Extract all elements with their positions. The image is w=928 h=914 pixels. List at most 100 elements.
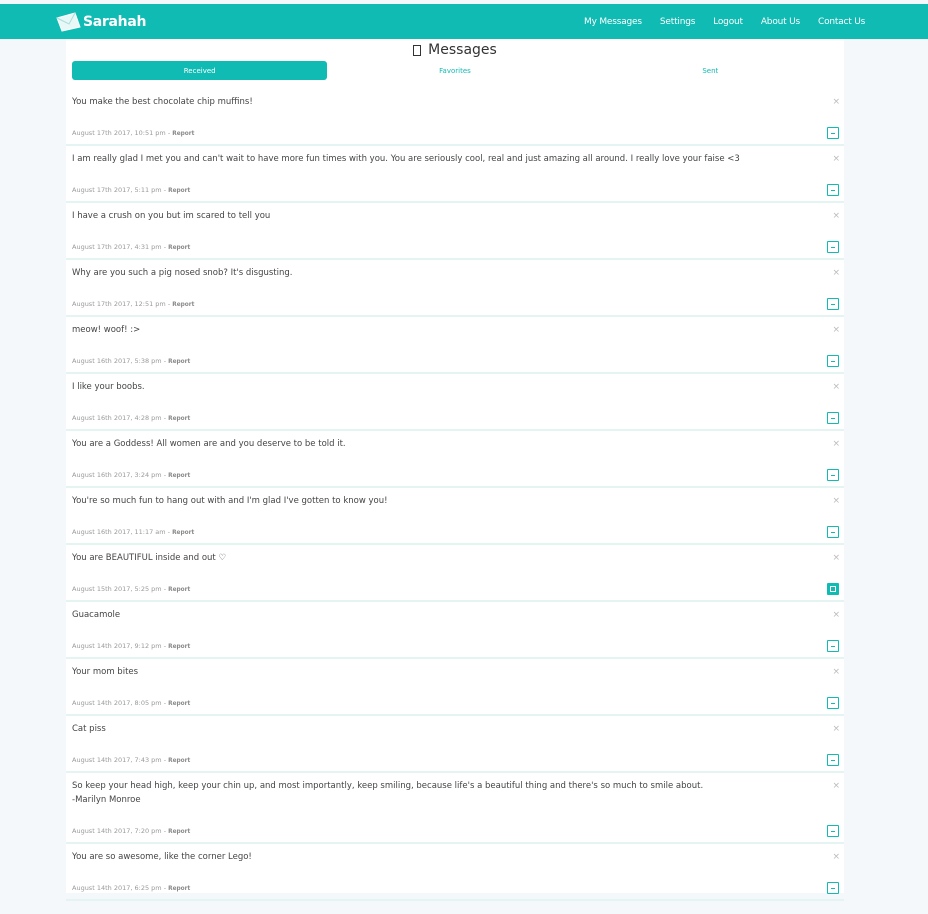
message-date: August 14th 2017, 8:05 pm xyxy=(72,699,162,707)
message-meta: August 14th 2017, 8:05 pm - Report xyxy=(72,699,190,707)
message-item: So keep your head high, keep your chin u… xyxy=(66,773,844,844)
delete-icon[interactable]: × xyxy=(832,553,840,563)
favorite-toggle[interactable] xyxy=(827,882,839,894)
favorite-toggle[interactable] xyxy=(827,640,839,652)
message-text: You are BEAUTIFUL inside and out ♡ xyxy=(72,553,227,563)
nav-settings[interactable]: Settings xyxy=(660,17,696,27)
delete-icon[interactable]: × xyxy=(832,667,840,677)
message-meta: August 14th 2017, 6:25 pm - Report xyxy=(72,884,190,892)
report-link[interactable]: Report xyxy=(168,359,190,365)
message-date: August 17th 2017, 10:51 pm xyxy=(72,129,166,137)
favorite-toggle[interactable] xyxy=(827,754,839,766)
report-link[interactable]: Report xyxy=(168,886,190,892)
delete-icon[interactable]: × xyxy=(832,325,840,335)
message-item: You're so much fun to hang out with and … xyxy=(66,488,844,545)
message-meta: August 16th 2017, 11:17 am - Report xyxy=(72,528,194,536)
favorite-toggle[interactable] xyxy=(827,825,839,837)
message-date: August 16th 2017, 11:17 am xyxy=(72,528,166,536)
message-item: meow! woof! :> August 16th 2017, 5:38 pm … xyxy=(66,317,844,374)
message-item: I am really glad I met you and can't wai… xyxy=(66,146,844,203)
message-text: I am really glad I met you and can't wai… xyxy=(72,154,740,164)
message-item: You are BEAUTIFUL inside and out ♡ August… xyxy=(66,545,844,602)
delete-icon[interactable]: × xyxy=(832,852,840,862)
message-date: August 14th 2017, 7:43 pm xyxy=(72,756,162,764)
message-meta: August 16th 2017, 5:38 pm - Report xyxy=(72,357,190,365)
delete-icon[interactable]: × xyxy=(832,439,840,449)
message-text: You are a Goddess! All women are and you… xyxy=(72,439,346,449)
message-meta: August 17th 2017, 10:51 pm - Report xyxy=(72,129,194,137)
report-link[interactable]: Report xyxy=(168,245,190,251)
report-link[interactable]: Report xyxy=(168,188,190,194)
message-date: August 17th 2017, 5:11 pm xyxy=(72,186,162,194)
message-meta: August 14th 2017, 9:12 pm - Report xyxy=(72,642,190,650)
favorite-toggle[interactable] xyxy=(827,697,839,709)
message-meta: August 14th 2017, 7:43 pm - Report xyxy=(72,756,190,764)
message-meta: August 17th 2017, 4:31 pm - Report xyxy=(72,243,190,251)
report-link[interactable]: Report xyxy=(168,758,190,764)
report-link[interactable]: Report xyxy=(172,530,194,536)
delete-icon[interactable]: × xyxy=(832,610,840,620)
nav-logout[interactable]: Logout xyxy=(713,17,743,27)
page-title-text: Messages xyxy=(428,42,497,58)
delete-icon[interactable]: × xyxy=(832,268,840,278)
report-link[interactable]: Report xyxy=(168,644,190,650)
message-item: Why are you such a pig nosed snob? It's … xyxy=(66,260,844,317)
message-text: You are so awesome, like the corner Lego… xyxy=(72,852,252,862)
tab-received[interactable]: Received xyxy=(72,61,328,80)
favorite-toggle[interactable] xyxy=(827,412,839,424)
tab-favorites[interactable]: Favorites xyxy=(327,61,582,80)
report-link[interactable]: Report xyxy=(172,131,194,137)
message-text: You're so much fun to hang out with and … xyxy=(72,496,388,506)
favorite-toggle[interactable] xyxy=(827,127,839,139)
nav-about-us[interactable]: About Us xyxy=(761,17,800,27)
report-link[interactable]: Report xyxy=(168,587,190,593)
message-item: You are a Goddess! All women are and you… xyxy=(66,431,844,488)
message-text: I have a crush on you but im scared to t… xyxy=(72,211,271,221)
delete-icon[interactable]: × xyxy=(832,97,840,107)
message-meta: August 15th 2017, 5:25 pm - Report xyxy=(72,585,190,593)
message-date: August 17th 2017, 12:51 pm xyxy=(72,300,166,308)
page-title: Messages xyxy=(66,39,844,61)
report-link[interactable]: Report xyxy=(172,302,194,308)
message-date: August 17th 2017, 4:31 pm xyxy=(72,243,162,251)
favorite-toggle[interactable] xyxy=(827,355,839,367)
message-date: August 16th 2017, 3:24 pm xyxy=(72,471,162,479)
favorite-toggle[interactable] xyxy=(827,184,839,196)
report-link[interactable]: Report xyxy=(168,473,190,479)
messages-panel: Messages Received Favorites Sent You mak… xyxy=(66,39,844,901)
nav-my-messages[interactable]: My Messages xyxy=(584,17,642,27)
favorite-toggle[interactable] xyxy=(827,469,839,481)
message-text: meow! woof! :> xyxy=(72,325,141,335)
delete-icon[interactable]: × xyxy=(832,211,840,221)
message-item: I like your boobs. August 16th 2017, 4:28… xyxy=(66,374,844,431)
message-date: August 14th 2017, 6:25 pm xyxy=(72,884,162,892)
delete-icon[interactable]: × xyxy=(832,781,840,791)
delete-icon[interactable]: × xyxy=(832,382,840,392)
tab-sent[interactable]: Sent xyxy=(583,61,838,80)
delete-icon[interactable]: × xyxy=(832,496,840,506)
brand[interactable]: Sarahah xyxy=(55,10,146,34)
nav-links: My Messages Settings Logout About Us Con… xyxy=(584,4,883,39)
message-date: August 16th 2017, 4:28 pm xyxy=(72,414,162,422)
message-item: Guacamole August 14th 2017, 9:12 pm - Rep… xyxy=(66,602,844,659)
message-item: You are so awesome, like the corner Lego… xyxy=(66,844,844,901)
favorite-toggle[interactable] xyxy=(827,241,839,253)
message-item: I have a crush on you but im scared to t… xyxy=(66,203,844,260)
message-item: Your mom bites August 14th 2017, 8:05 pm … xyxy=(66,659,844,716)
message-text: So keep your head high, keep your chin u… xyxy=(72,781,704,805)
message-list: You make the best chocolate chip muffins… xyxy=(66,89,844,901)
delete-icon[interactable]: × xyxy=(832,724,840,734)
message-item: Cat piss August 14th 2017, 7:43 pm - Repo… xyxy=(66,716,844,773)
delete-icon[interactable]: × xyxy=(832,154,840,164)
report-link[interactable]: Report xyxy=(168,829,190,835)
navbar: Sarahah My Messages Settings Logout Abou… xyxy=(0,4,928,39)
report-link[interactable]: Report xyxy=(168,416,190,422)
nav-contact-us[interactable]: Contact Us xyxy=(818,17,865,27)
envelope-icon xyxy=(56,12,81,32)
favorite-toggle[interactable] xyxy=(827,583,839,595)
message-date: August 15th 2017, 5:25 pm xyxy=(72,585,162,593)
message-item: You make the best chocolate chip muffins… xyxy=(66,89,844,146)
favorite-toggle[interactable] xyxy=(827,526,839,538)
report-link[interactable]: Report xyxy=(168,701,190,707)
favorite-toggle[interactable] xyxy=(827,298,839,310)
